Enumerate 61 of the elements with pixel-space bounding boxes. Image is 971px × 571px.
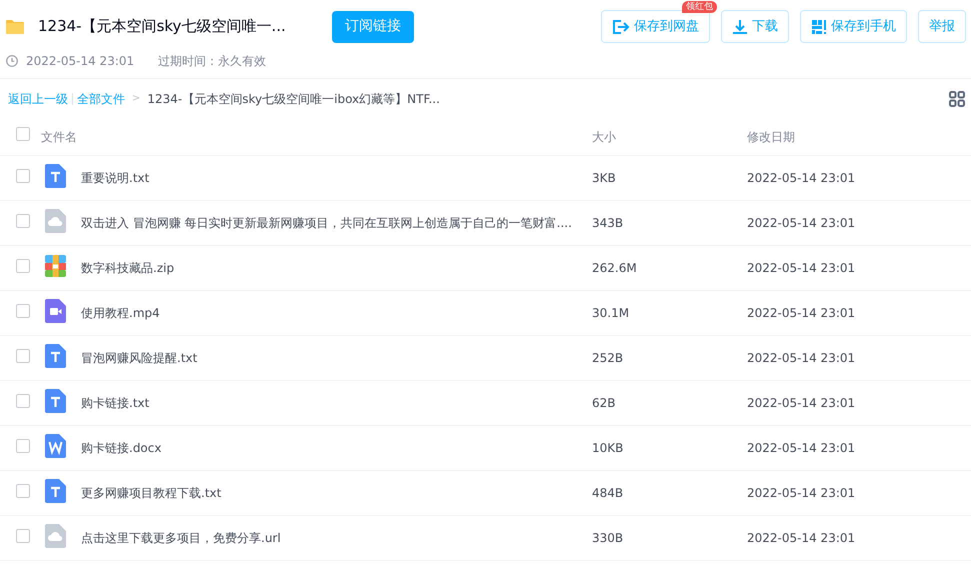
file-name[interactable]: 更多网赚项目教程下载.txt — [81, 486, 222, 500]
file-name[interactable]: 重要说明.txt — [81, 171, 150, 185]
row-checkbox[interactable] — [16, 394, 30, 408]
word-file-icon — [45, 434, 66, 458]
row-checkbox[interactable] — [16, 214, 30, 228]
file-size: 343B — [592, 216, 624, 230]
cloud-file-icon — [45, 208, 66, 232]
modified-date: 2022-05-14 23:01 — [747, 486, 856, 500]
row-checkbox[interactable] — [16, 528, 30, 542]
file-size: 252B — [592, 351, 624, 365]
modified-date: 2022-05-14 23:01 — [747, 396, 856, 410]
text-file-icon — [45, 164, 66, 188]
breadcrumb-separator: > — [132, 92, 140, 106]
clock-icon — [6, 55, 18, 67]
video-file-icon — [45, 298, 66, 322]
file-name[interactable]: 双击进入 冒泡网赚 每日实时更新最新网赚项目，共同在互联网上创造属于自己的一笔财富.... — [81, 216, 572, 230]
export-icon — [612, 18, 630, 34]
row-checkbox[interactable] — [16, 258, 30, 272]
row-checkbox[interactable] — [16, 484, 30, 498]
promo-badge: 领红包 — [682, 1, 717, 13]
file-name[interactable]: 冒泡网赚风险提醒.txt — [81, 351, 198, 365]
text-file-icon — [45, 344, 66, 368]
select-all-checkbox[interactable] — [16, 127, 30, 141]
file-name[interactable]: 购卡链接.docx — [81, 441, 162, 455]
modified-date: 2022-05-14 23:01 — [747, 531, 856, 545]
modified-date: 2022-05-14 23:01 — [747, 261, 856, 275]
file-name[interactable]: 点击这里下载更多项目，免费分享.url — [81, 531, 281, 545]
share-title: 1234-【元本空间sky七级空间唯一... — [38, 16, 287, 38]
row-checkbox[interactable] — [16, 438, 30, 452]
cloud-file-icon — [45, 524, 66, 548]
text-file-icon — [45, 478, 66, 502]
file-size: 62B — [592, 396, 616, 410]
modified-date: 2022-05-14 23:01 — [747, 441, 856, 455]
text-file-icon — [45, 388, 66, 412]
row-checkbox[interactable] — [16, 304, 30, 318]
modified-date: 2022-05-14 23:01 — [747, 216, 856, 230]
archive-file-icon — [45, 254, 66, 278]
file-size: 3KB — [592, 171, 616, 185]
file-size: 330B — [592, 531, 624, 545]
file-size: 10KB — [592, 441, 624, 455]
column-header: 大小 — [592, 130, 616, 144]
folder-icon — [6, 19, 24, 34]
file-name[interactable]: 数字科技藏品.zip — [81, 261, 174, 275]
row-checkbox[interactable] — [16, 168, 30, 182]
file-name[interactable]: 购卡链接.txt — [81, 396, 150, 410]
qr-code-icon — [811, 18, 827, 34]
grid-view-icon[interactable] — [949, 90, 965, 106]
modified-date: 2022-05-14 23:01 — [747, 351, 856, 365]
modified-date: 2022-05-14 23:01 — [747, 306, 856, 320]
expiry-text: 过期时间：永久有效 — [158, 53, 266, 70]
file-size: 484B — [592, 486, 624, 500]
share-date: 2022-05-14 23:01 — [26, 53, 134, 70]
column-header: 修改日期 — [747, 130, 795, 144]
column-header: 文件名 — [41, 130, 77, 144]
file-name[interactable]: 使用教程.mp4 — [81, 306, 160, 320]
file-size: 262.6M — [592, 261, 637, 275]
row-checkbox[interactable] — [16, 348, 30, 362]
current-folder: 1234-【元本空间sky七级空间唯一ibox幻藏等】NTF... — [147, 90, 440, 108]
file-size: 30.1M — [592, 306, 630, 320]
modified-date: 2022-05-14 23:01 — [747, 171, 856, 185]
download-icon — [732, 18, 748, 34]
